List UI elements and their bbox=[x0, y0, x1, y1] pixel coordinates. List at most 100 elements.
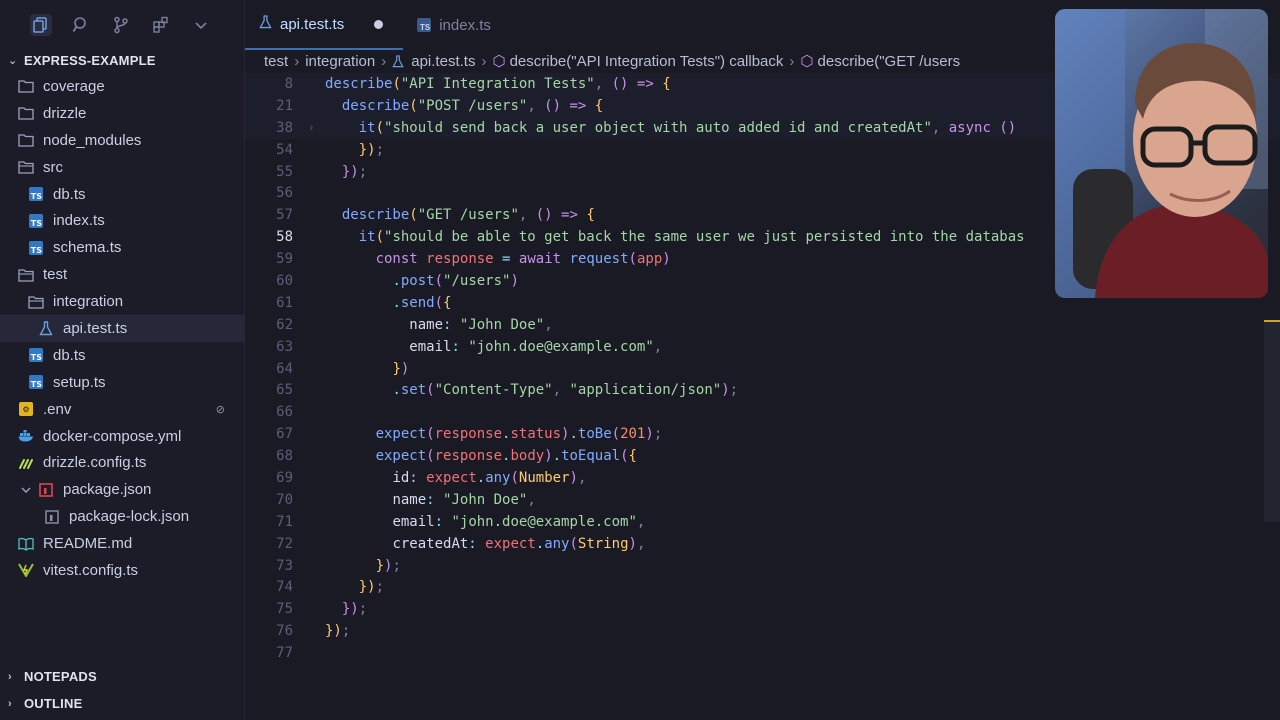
line-number: 66 bbox=[276, 404, 293, 421]
tree-item-package-json[interactable]: package.json bbox=[0, 476, 245, 503]
tree-item-vitest-config[interactable]: vitest.config.ts bbox=[0, 557, 245, 584]
tree-item-label: drizzle bbox=[43, 104, 87, 122]
files-icon[interactable] bbox=[30, 14, 52, 36]
code-token: name bbox=[392, 491, 427, 508]
breadcrumb-item[interactable]: describe("API Integration Tests") callba… bbox=[510, 53, 784, 70]
tree-item-src[interactable]: src bbox=[0, 154, 245, 181]
code-token: email bbox=[392, 513, 435, 530]
code-token: id bbox=[392, 469, 410, 486]
webcam-overlay bbox=[1055, 9, 1268, 298]
code-token: "/users" bbox=[443, 272, 511, 289]
tree-item-api-test-ts[interactable]: api.test.ts bbox=[0, 315, 245, 342]
code-token: set bbox=[400, 382, 427, 399]
tab-index-ts[interactable]: TS index.ts bbox=[403, 0, 511, 50]
drizzle-icon bbox=[18, 455, 34, 471]
line-number: 60 bbox=[276, 272, 293, 289]
code-token: status bbox=[510, 426, 562, 443]
chevron-right-icon: › bbox=[8, 670, 12, 683]
npm-icon bbox=[38, 482, 54, 498]
line-number: 67 bbox=[276, 426, 293, 443]
code-token: describe bbox=[341, 97, 410, 114]
tree-item-test[interactable]: test bbox=[0, 261, 245, 288]
code-line: 70 name: "John Doe", bbox=[245, 489, 1280, 511]
code-token: "john.doe@example.com" bbox=[451, 513, 637, 530]
code-token: any bbox=[544, 535, 570, 552]
breadcrumb-item[interactable]: integration bbox=[305, 53, 375, 70]
scrollbar[interactable] bbox=[1264, 322, 1280, 522]
symbol-method-icon: ⬡ bbox=[492, 53, 506, 70]
code-token: response bbox=[426, 251, 494, 268]
tree-item-drizzle[interactable]: drizzle bbox=[0, 100, 245, 127]
typescript-icon: TS bbox=[28, 213, 44, 229]
tree-item-label: package.json bbox=[63, 481, 152, 499]
tree-item-label: schema.ts bbox=[53, 239, 122, 257]
chevron-right-icon[interactable]: › bbox=[308, 121, 315, 134]
tree-item-drizzle-config[interactable]: drizzle.config.ts bbox=[0, 449, 245, 476]
tree-item-coverage[interactable]: coverage bbox=[0, 73, 245, 100]
tab-label: api.test.ts bbox=[280, 15, 345, 33]
tree-item-readme[interactable]: README.md bbox=[0, 530, 245, 557]
typescript-icon: TS bbox=[417, 18, 432, 32]
tree-item-label: README.md bbox=[43, 535, 133, 553]
chevron-right-icon: › bbox=[381, 52, 387, 70]
line-number: 70 bbox=[276, 491, 293, 508]
code-token: toBe bbox=[577, 426, 612, 443]
folder-open-icon bbox=[18, 267, 34, 283]
tree-item-test-db-ts[interactable]: TS db.ts bbox=[0, 342, 245, 369]
book-icon bbox=[18, 536, 34, 552]
source-control-icon[interactable] bbox=[110, 14, 132, 36]
unsaved-dot-icon[interactable] bbox=[374, 19, 384, 29]
tree-item-env[interactable]: ⚙ .env ⊘ bbox=[0, 396, 245, 423]
code-line: 63 email: "john.doe@example.com", bbox=[245, 336, 1280, 358]
code-token: "API Integration Tests" bbox=[400, 75, 595, 92]
typescript-icon: TS bbox=[28, 347, 44, 363]
code-line: 68 expect(response.body).toEqual({ bbox=[245, 445, 1280, 467]
tree-item-index-ts[interactable]: TS index.ts bbox=[0, 207, 245, 234]
code-token: it bbox=[358, 229, 376, 246]
chevron-right-icon: › bbox=[8, 697, 12, 710]
tree-item-node-modules[interactable]: node_modules bbox=[0, 127, 245, 154]
line-number: 71 bbox=[276, 513, 293, 530]
line-number: 73 bbox=[276, 557, 293, 574]
line-number: 8 bbox=[284, 75, 293, 92]
explorer-header[interactable]: ⌄ EXPRESS-EXAMPLE bbox=[0, 47, 245, 74]
activity-bar bbox=[0, 0, 244, 50]
tab-api-test-ts[interactable]: api.test.ts bbox=[245, 0, 404, 50]
tree-item-package-lock-json[interactable]: package-lock.json bbox=[0, 503, 245, 530]
code-token: describe bbox=[341, 207, 410, 224]
outline-title: OUTLINE bbox=[24, 696, 83, 711]
outline-header[interactable]: › OUTLINE bbox=[0, 690, 245, 717]
tree-item-docker-compose[interactable]: docker-compose.yml bbox=[0, 423, 245, 450]
code-line: 75 }); bbox=[245, 598, 1280, 620]
code-token: request bbox=[569, 251, 629, 268]
code-token: String bbox=[577, 535, 629, 552]
flask-icon bbox=[392, 54, 404, 68]
tree-item-db-ts[interactable]: TS db.ts bbox=[0, 181, 245, 208]
breadcrumb-item[interactable]: test bbox=[264, 53, 288, 70]
tree-item-schema-ts[interactable]: TS schema.ts bbox=[0, 234, 245, 261]
extensions-icon[interactable] bbox=[150, 14, 172, 36]
folder-icon bbox=[18, 105, 34, 121]
code-token: send bbox=[400, 294, 435, 311]
notepads-header[interactable]: › NOTEPADS bbox=[0, 663, 245, 690]
tree-item-label: node_modules bbox=[43, 131, 142, 149]
typescript-icon: TS bbox=[28, 186, 44, 202]
breadcrumb-item[interactable]: describe("GET /users bbox=[818, 53, 961, 70]
chevron-down-icon[interactable] bbox=[190, 14, 212, 36]
code-token: body bbox=[510, 448, 545, 465]
notepads-title: NOTEPADS bbox=[24, 669, 97, 684]
code-line: 71 email: "john.doe@example.com", bbox=[245, 511, 1280, 533]
code-token: expect bbox=[485, 535, 536, 552]
search-icon[interactable] bbox=[70, 14, 92, 36]
code-token: "should be able to get back the same use… bbox=[384, 229, 1025, 246]
folder-open-icon bbox=[18, 159, 34, 175]
tree-item-integration[interactable]: integration bbox=[0, 288, 245, 315]
vitest-icon bbox=[18, 562, 34, 578]
line-number: 61 bbox=[276, 294, 293, 311]
tree-item-setup-ts[interactable]: TS setup.ts bbox=[0, 369, 245, 396]
typescript-icon: TS bbox=[28, 374, 44, 390]
breadcrumb-item[interactable]: api.test.ts bbox=[411, 53, 475, 70]
code-line: 77 bbox=[245, 642, 1280, 664]
line-number: 38 bbox=[276, 119, 293, 136]
code-line: 66 bbox=[245, 401, 1280, 423]
